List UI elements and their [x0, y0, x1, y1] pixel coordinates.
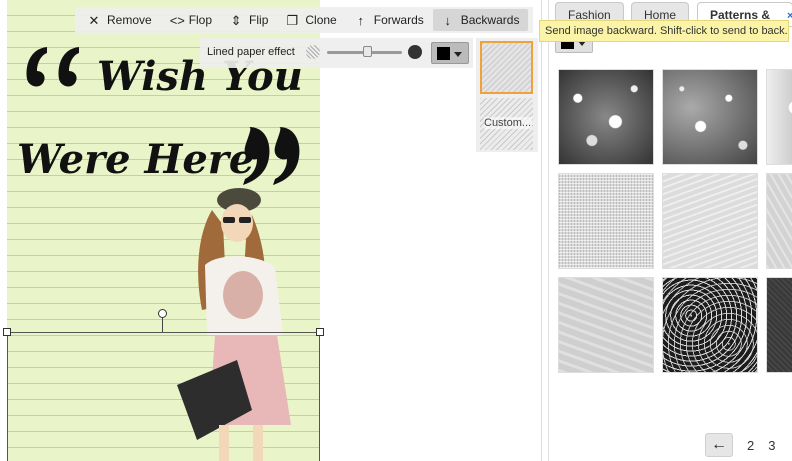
flip-label: Flip — [249, 13, 269, 27]
open-quote-icon — [26, 47, 79, 87]
flop-icon: <> — [169, 12, 185, 28]
page-3-link[interactable]: 3 — [768, 438, 775, 453]
tooltip: Send image backward. Shift-click to send… — [539, 20, 789, 42]
paper-style-list: Custom... — [476, 38, 538, 152]
panel-body — [549, 26, 792, 461]
pattern-thumb-soft-texture[interactable] — [558, 277, 654, 373]
pattern-thumb-fine-grid[interactable] — [558, 173, 654, 269]
clone-icon: ❐ — [286, 12, 299, 28]
flop-button[interactable]: <> Flop — [161, 9, 221, 31]
close-icon: ✕ — [88, 12, 100, 28]
pattern-thumb-swirl-dark[interactable] — [662, 277, 758, 373]
page-2-link[interactable]: 2 — [747, 438, 754, 453]
effect-label: Lined paper effect — [207, 46, 295, 58]
pattern-thumb-bokeh-gray[interactable] — [662, 69, 758, 165]
rotate-line — [162, 318, 163, 332]
poster-title-line2: Were Here — [17, 136, 254, 183]
texture-max-icon — [408, 45, 422, 59]
pattern-thumb-light-texture-2[interactable] — [766, 173, 792, 269]
backwards-label: Backwards — [460, 13, 520, 27]
clone-label: Clone — [305, 13, 337, 27]
color-swatch — [437, 47, 450, 60]
close-quote-icon — [243, 127, 300, 185]
arrow-left-icon: ← — [711, 436, 727, 453]
remove-label: Remove — [107, 13, 152, 27]
panel-divider[interactable] — [541, 0, 542, 461]
backwards-button[interactable]: ↓ Backwards — [432, 9, 529, 31]
arrow-down-icon: ↓ — [444, 12, 452, 28]
poster-image[interactable]: Wish You Were Here — [7, 0, 320, 461]
flip-icon: ⇕ — [230, 12, 242, 28]
app-root: Wish You Were Here ✕ Remove <> Flop ⇕ Fl… — [0, 0, 792, 461]
clone-button[interactable]: ❐ Clone — [277, 9, 345, 31]
canvas-area[interactable]: Wish You Were Here ✕ Remove <> Flop ⇕ Fl… — [0, 0, 542, 461]
pattern-thumb-light-texture[interactable] — [662, 173, 758, 269]
effect-bar: Lined paper effect — [200, 38, 473, 68]
pattern-thumb-dark-texture[interactable] — [766, 277, 792, 373]
chevron-down-icon — [454, 52, 462, 57]
forwards-label: Forwards — [373, 13, 424, 27]
pagination: ← 2 3 — [705, 432, 775, 458]
paper-style-custom[interactable]: Custom... — [480, 98, 533, 150]
rotate-handle[interactable] — [158, 309, 167, 318]
paper-style-lined[interactable] — [480, 41, 533, 94]
forwards-button[interactable]: ↑ Forwards — [346, 9, 433, 31]
custom-style-label: Custom... — [484, 117, 532, 129]
effect-color-dropdown[interactable] — [431, 42, 469, 64]
model-photo — [177, 188, 291, 461]
previous-page-button[interactable]: ← — [705, 433, 733, 457]
pattern-thumb-bokeh-light[interactable] — [766, 69, 792, 165]
remove-button[interactable]: ✕ Remove — [79, 9, 161, 31]
object-toolbar: ✕ Remove <> Flop ⇕ Flip ❐ Clone ↑ Forwar… — [75, 7, 533, 33]
flip-button[interactable]: ⇕ Flip — [221, 9, 277, 31]
right-panel: Fashion Home Patterns & ... ← 2 3 — [548, 0, 792, 461]
effect-slider-thumb[interactable] — [363, 46, 372, 57]
pattern-thumb-bokeh-dark[interactable] — [558, 69, 654, 165]
arrow-up-icon: ↑ — [357, 12, 364, 28]
texture-min-icon — [306, 45, 320, 59]
flop-label: Flop — [188, 13, 213, 27]
